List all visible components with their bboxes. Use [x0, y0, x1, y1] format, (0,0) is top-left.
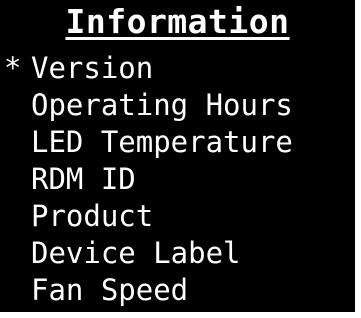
- menu-item-label: Version: [31, 51, 154, 85]
- menu-item-product[interactable]: Product: [0, 198, 355, 235]
- menu-item-device-label[interactable]: Device Label: [0, 235, 355, 272]
- information-menu-list: * Version Operating Hours LED Temperatur…: [0, 50, 355, 309]
- selection-cursor-icon: *: [4, 51, 22, 85]
- menu-item-label: LED Temperature: [31, 125, 293, 159]
- menu-item-version[interactable]: * Version: [0, 50, 355, 87]
- menu-title: Information: [0, 3, 355, 41]
- menu-item-label: RDM ID: [31, 162, 136, 196]
- menu-title-text: Information: [65, 2, 290, 41]
- menu-item-label: Fan Speed: [31, 273, 189, 307]
- device-display-screen: Information * Version Operating Hours LE…: [0, 0, 355, 312]
- menu-item-rdm-id[interactable]: RDM ID: [0, 161, 355, 198]
- menu-item-operating-hours[interactable]: Operating Hours: [0, 87, 355, 124]
- menu-item-label: Product: [31, 199, 154, 233]
- menu-item-label: Operating Hours: [31, 88, 293, 122]
- menu-item-label: Device Label: [31, 236, 241, 270]
- menu-item-fan-speed[interactable]: Fan Speed: [0, 272, 355, 309]
- menu-item-led-temperature[interactable]: LED Temperature: [0, 124, 355, 161]
